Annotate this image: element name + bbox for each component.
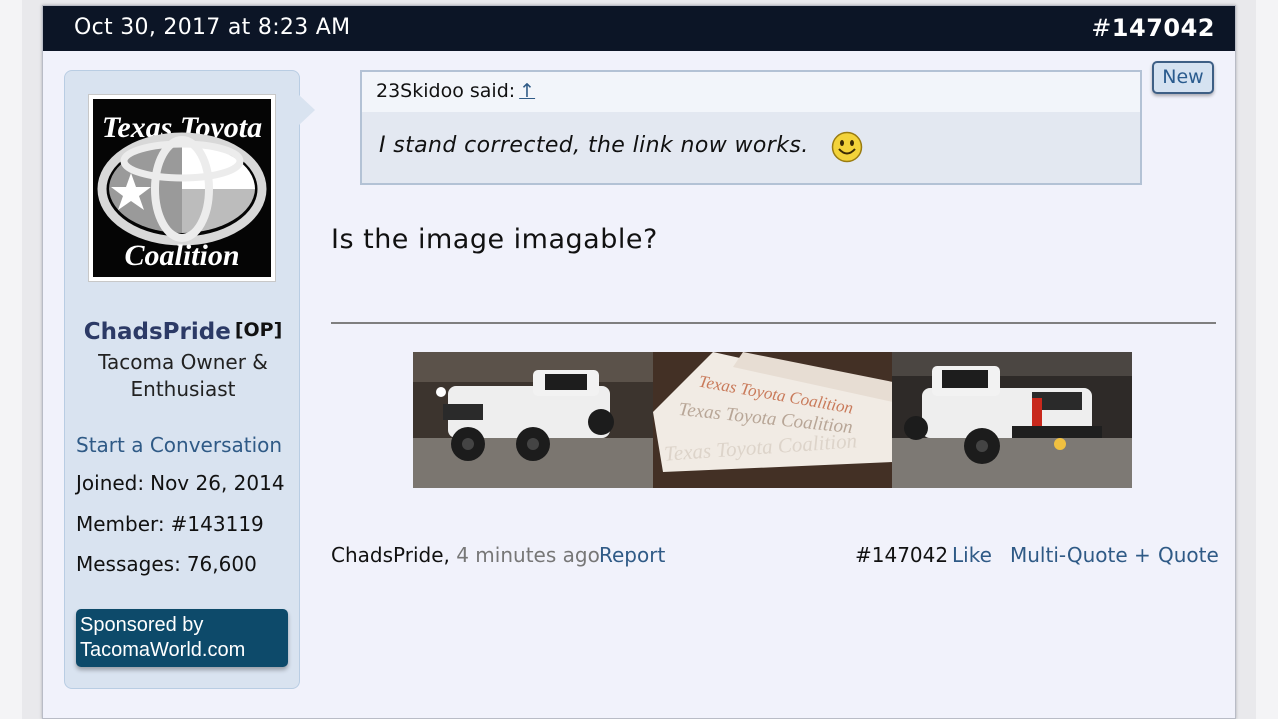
username-link[interactable]: ChadsPride bbox=[84, 319, 231, 345]
page-margin-left bbox=[0, 0, 22, 719]
avatar-image: Texas Toyota Coalition bbox=[93, 99, 271, 277]
messages-value[interactable]: 76,600 bbox=[187, 552, 257, 576]
photo-truck-rear bbox=[892, 352, 1132, 488]
photo-truck-front bbox=[413, 352, 653, 488]
messages-label: Messages: bbox=[76, 552, 181, 576]
quote-link[interactable]: Quote bbox=[1158, 543, 1219, 567]
member-label: Member: bbox=[76, 512, 165, 536]
attached-image[interactable]: Texas Toyota Coalition Texas Toyota Coal… bbox=[413, 352, 1132, 488]
member-stat: Member: #143119 bbox=[76, 512, 264, 536]
footer-author-link[interactable]: ChadsPride, bbox=[331, 543, 450, 567]
author-sidebar: Texas Toyota Coalition ChadsPride [OP] Ta… bbox=[64, 70, 300, 689]
new-post-badge[interactable]: New bbox=[1152, 61, 1214, 94]
sponsor-line-2: TacomaWorld.com bbox=[80, 639, 246, 661]
joined-stat: Joined: Nov 26, 2014 bbox=[76, 471, 285, 495]
multi-quote-link[interactable]: Multi-Quote + bbox=[1010, 543, 1151, 567]
quote-header: 23Skidoo said: ↑ bbox=[362, 72, 1140, 112]
author-arrow bbox=[299, 95, 315, 125]
post-meta: ChadsPride, 4 minutes ago bbox=[331, 543, 600, 567]
footer-post-number[interactable]: #147042 bbox=[855, 543, 948, 567]
member-value: #143119 bbox=[170, 512, 264, 536]
quote-text: I stand corrected, the link now works. bbox=[379, 133, 809, 158]
username-row: ChadsPride [OP] bbox=[65, 319, 301, 345]
avatar[interactable]: Texas Toyota Coalition bbox=[88, 94, 276, 282]
op-badge: [OP] bbox=[234, 319, 283, 341]
messages-stat: Messages: 76,600 bbox=[76, 552, 257, 576]
like-link[interactable]: Like bbox=[952, 543, 992, 567]
logo-text-bottom: Coalition bbox=[124, 239, 239, 272]
truck-rear-image bbox=[892, 352, 1132, 488]
texas-toyota-logo: Texas Toyota Coalition bbox=[93, 99, 271, 277]
quote-attribution: 23Skidoo said: ↑ bbox=[376, 80, 535, 102]
sponsor-badge[interactable]: Sponsored by TacomaWorld.com bbox=[76, 609, 288, 667]
post-time[interactable]: 4 minutes ago bbox=[456, 543, 600, 567]
post-date: Oct 30, 2017 at 8:23 AM bbox=[74, 15, 351, 40]
photo-decals: Texas Toyota Coalition Texas Toyota Coal… bbox=[653, 352, 893, 488]
post-permalink[interactable]: #147042 bbox=[1091, 14, 1215, 42]
forum-post: Oct 30, 2017 at 8:23 AM #147042 Texas To… bbox=[42, 5, 1236, 719]
truck-front-image bbox=[413, 352, 653, 488]
post-number-hash: # bbox=[1091, 14, 1112, 42]
decals-image: Texas Toyota Coalition Texas Toyota Coal… bbox=[653, 352, 893, 488]
sponsor-line-1: Sponsored by bbox=[80, 614, 204, 636]
message-divider bbox=[331, 322, 1216, 324]
quote-author: 23Skidoo said: bbox=[376, 80, 516, 102]
page-margin-right bbox=[1256, 0, 1278, 719]
post-header: Oct 30, 2017 at 8:23 AM #147042 bbox=[43, 6, 1235, 51]
start-conversation-link[interactable]: Start a Conversation bbox=[76, 433, 282, 457]
quote-jump-link[interactable]: ↑ bbox=[519, 80, 535, 102]
smiley-icon bbox=[831, 131, 863, 163]
joined-value: Nov 26, 2014 bbox=[150, 471, 285, 495]
message-text: Is the image imagable? bbox=[331, 224, 658, 255]
report-link[interactable]: Report bbox=[599, 543, 665, 567]
quote-block: 23Skidoo said: ↑ I stand corrected, the l… bbox=[360, 70, 1142, 185]
joined-label: Joined: bbox=[76, 471, 145, 495]
user-title: Tacoma Owner & Enthusiast bbox=[98, 350, 268, 401]
post-number: 147042 bbox=[1111, 14, 1215, 42]
